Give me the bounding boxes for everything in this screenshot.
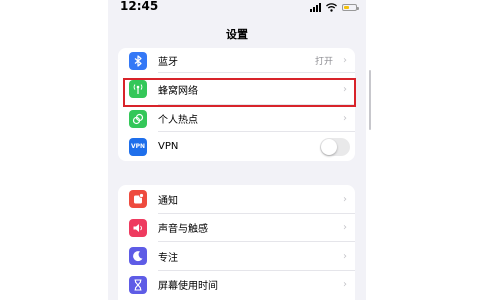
settings-row-personal-hotspot[interactable]: 个人热点 ›: [118, 105, 355, 132]
chevron-right-icon: ›: [343, 250, 347, 262]
chevron-right-icon: ›: [343, 55, 347, 66]
phone-screen: 12:45 设置 蓝牙 打开 › 蜂窝网络 › 个人热点 › VPN VPN 通…: [108, 0, 366, 300]
page-title: 设置: [226, 28, 248, 41]
settings-row-value: 打开: [314, 57, 333, 67]
toggle-knob: [321, 138, 337, 155]
vpn-toggle[interactable]: [320, 137, 350, 156]
settings-row-notifications[interactable]: 通知 ›: [118, 185, 355, 214]
chevron-right-icon: ›: [343, 279, 347, 291]
status-time: 12:45: [120, 0, 159, 13]
settings-row-focus[interactable]: 专注 ›: [118, 242, 355, 271]
signal-icon: [310, 2, 321, 12]
settings-row-sounds-haptics[interactable]: 声音与触感 ›: [118, 214, 355, 242]
chevron-right-icon: ›: [343, 193, 347, 205]
scrollbar[interactable]: [369, 70, 371, 130]
settings-row-label: 通知: [158, 195, 178, 207]
chevron-right-icon: ›: [343, 113, 347, 124]
wifi-icon: [326, 2, 337, 12]
sound-icon: [129, 218, 147, 237]
settings-row-label: 专注: [158, 252, 178, 264]
settings-row-label: 蓝牙: [158, 57, 178, 68]
settings-row-label: 屏幕使用时间: [158, 281, 218, 293]
settings-row-vpn[interactable]: VPN VPN: [118, 132, 355, 161]
status-icons: [310, 2, 359, 12]
bluetooth-icon: [129, 51, 147, 70]
chevron-right-icon: ›: [343, 222, 347, 234]
settings-group-notifications: 通知 › 声音与触感 › 专注 › 屏幕使用时间 ›: [118, 185, 355, 300]
settings-group-connectivity: 蓝牙 打开 › 蜂窝网络 › 个人热点 › VPN VPN: [118, 48, 355, 161]
chevron-right-icon: ›: [343, 83, 347, 95]
status-bar: 12:45: [108, 0, 366, 18]
settings-row-label: 蜂窝网络: [158, 85, 198, 97]
settings-row-label: VPN: [158, 141, 179, 152]
settings-row-cellular[interactable]: 蜂窝网络 ›: [118, 73, 355, 105]
focus-moon-icon: [129, 247, 147, 266]
settings-row-label: 个人热点: [158, 115, 198, 126]
hotspot-icon: [129, 109, 147, 128]
settings-row-screen-time[interactable]: 屏幕使用时间 ›: [118, 271, 355, 300]
screen-time-icon: [129, 275, 147, 294]
battery-icon: [342, 3, 359, 11]
cellular-icon: [129, 80, 147, 98]
notification-icon: [129, 190, 147, 209]
settings-row-bluetooth[interactable]: 蓝牙 打开 ›: [118, 48, 355, 73]
vpn-icon: VPN: [129, 137, 147, 156]
settings-row-label: 声音与触感: [158, 224, 208, 236]
